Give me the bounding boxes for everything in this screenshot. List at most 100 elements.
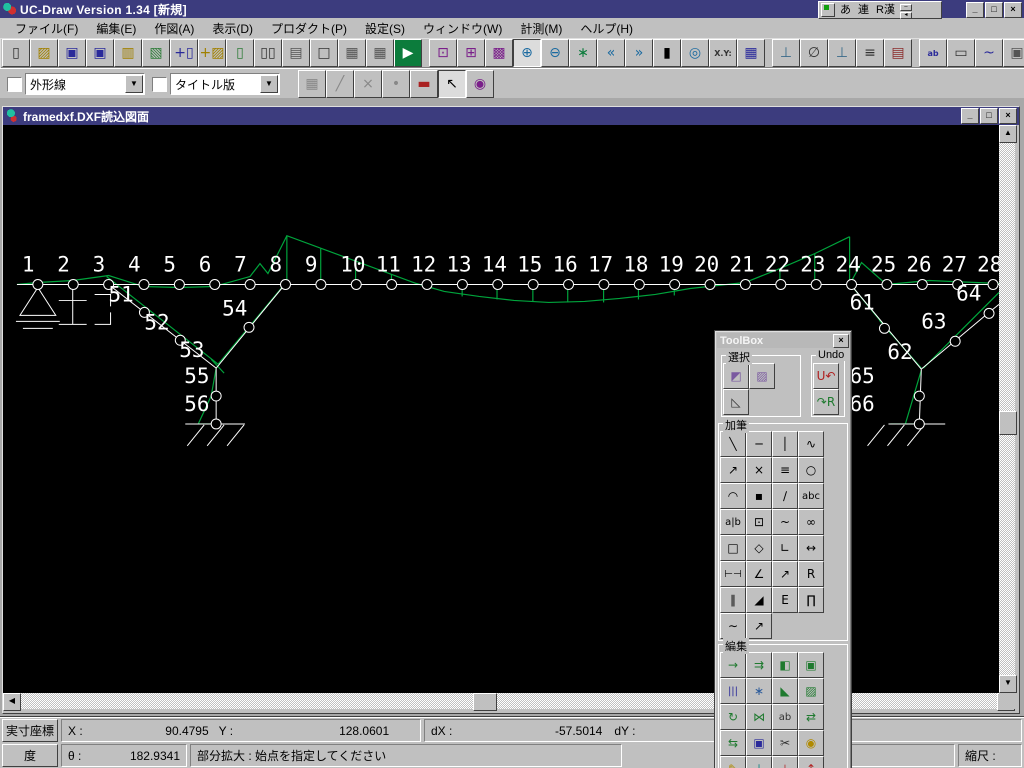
draw-rect-button[interactable]: □ [720, 535, 746, 561]
bolt-tool-button[interactable]: ∅ [800, 39, 828, 67]
menu-item-3[interactable]: 表示(D) [203, 18, 262, 39]
array-button[interactable]: ||| [720, 678, 746, 704]
magnifier-window-button[interactable]: ◎ [681, 39, 709, 67]
select-shape-button[interactable]: ◺ [723, 389, 749, 415]
draw-wave-button[interactable]: ∼ [720, 613, 746, 639]
copy-attributes-button[interactable]: ◉ [798, 730, 824, 756]
snap-point-button[interactable]: • [382, 70, 410, 98]
zoom-selection-button[interactable]: ⊡ [429, 39, 457, 67]
stretch-right-button[interactable]: ⇆ [720, 730, 746, 756]
vertical-scroll-thumb[interactable] [999, 411, 1017, 435]
stretch-left-button[interactable]: ⇄ [798, 704, 824, 730]
draw-hatch-button[interactable]: ∥ [720, 587, 746, 613]
pan-view-button[interactable]: ▩ [485, 39, 513, 67]
scroll-down-icon[interactable]: ▼ [999, 675, 1017, 693]
edit-text-button[interactable]: ab [772, 704, 798, 730]
scroll-left-icon[interactable]: ◀ [3, 693, 21, 711]
open-drawing-button[interactable]: ▨ [30, 39, 58, 67]
redo-button[interactable]: ↷R [813, 389, 839, 415]
view-previous-button[interactable]: « [597, 39, 625, 67]
frame-select-1-button[interactable]: ▦ [338, 39, 366, 67]
copy-object-button[interactable]: ▣ [798, 652, 824, 678]
angle-mode-button[interactable]: 度 [2, 744, 58, 767]
snap-segment-button[interactable]: ▬ [410, 70, 438, 98]
menu-item-5[interactable]: 設定(S) [356, 18, 414, 39]
print-preview-button[interactable]: □ [310, 39, 338, 67]
draw-polyline-button[interactable]: ∿ [798, 431, 824, 457]
maximize-button[interactable]: □ [985, 2, 1003, 18]
drawing-table-button[interactable]: ▦ [737, 39, 765, 67]
ime-mini-buttons[interactable]: –◂ [900, 4, 912, 16]
draw-arrow-button[interactable]: ↗ [720, 457, 746, 483]
toolbox-title-bar[interactable]: ToolBox × [717, 333, 849, 348]
horizontal-scroll-thumb[interactable] [473, 693, 497, 711]
chevron-down-icon[interactable]: ▼ [125, 75, 143, 93]
menu-item-0[interactable]: ファイル(F) [6, 18, 87, 39]
snap-line-button[interactable]: ╱ [326, 70, 354, 98]
delete-drawing-button[interactable]: ▧ [142, 39, 170, 67]
close-drawing-button[interactable]: ▥ [114, 39, 142, 67]
new-product-button[interactable]: +▯ [170, 39, 198, 67]
explode-button[interactable]: ∗ [746, 678, 772, 704]
pier-shape-2-button[interactable]: ⊥ [828, 39, 856, 67]
menu-item-2[interactable]: 作図(A) [145, 18, 203, 39]
fit-view-button[interactable]: ∗ [569, 39, 597, 67]
draw-text-button[interactable]: abc [798, 483, 824, 509]
print-button[interactable]: ▤ [282, 39, 310, 67]
document-title-bar[interactable]: framedxf.DXF読込図面 _ □ × [3, 107, 1019, 125]
close-button[interactable]: × [1004, 2, 1022, 18]
ime-toolbar[interactable]: あ 連 R漢 –◂ [818, 1, 942, 19]
pier-tool-green-button[interactable]: ▶ [394, 39, 422, 67]
full-screen-button[interactable]: ▮ [653, 39, 681, 67]
draw-arc-button[interactable]: ◠ [720, 483, 746, 509]
dim-arc-button[interactable]: ∠ [746, 561, 772, 587]
doc-minimize-button[interactable]: _ [961, 108, 979, 124]
ime-mode-kanji[interactable]: R漢 [874, 3, 897, 17]
minimize-button[interactable]: _ [966, 2, 984, 18]
draw-cross-button[interactable]: × [746, 457, 772, 483]
draw-pulse-button[interactable]: ∏ [798, 587, 824, 613]
layer2-checkbox[interactable] [152, 77, 167, 92]
cut-parts-button[interactable]: ✂ [772, 730, 798, 756]
snap-grid-button[interactable]: ▦ [298, 70, 326, 98]
recycle-file-button[interactable]: ▯ [226, 39, 254, 67]
zoom-out-button[interactable]: ⊖ [541, 39, 569, 67]
screen-settings-button[interactable]: ▭ [947, 39, 975, 67]
menu-item-8[interactable]: ヘルプ(H) [571, 18, 642, 39]
open-product-button[interactable]: +▨ [198, 39, 226, 67]
frame-list-button[interactable]: ≡ [856, 39, 884, 67]
dim-leader-button[interactable]: ↗ [772, 561, 798, 587]
copy-button[interactable]: ⇉ [746, 652, 772, 678]
draw-vtext-button[interactable]: a|b [720, 509, 746, 535]
undo-button[interactable]: U↶ [813, 363, 839, 389]
ime-status-icon[interactable] [821, 3, 835, 17]
coordinate-display-button[interactable]: X.Y: [709, 39, 737, 67]
save-as-drawing-button[interactable]: ▣ [86, 39, 114, 67]
draw-circle-button[interactable]: ○ [798, 457, 824, 483]
select-move-button[interactable]: ◩ [723, 363, 749, 389]
zoom-window-button[interactable]: ⊞ [457, 39, 485, 67]
layer1-checkbox[interactable] [7, 77, 22, 92]
chevron-down-icon[interactable]: ▼ [260, 75, 278, 93]
text-width-settings-button[interactable]: ab [919, 39, 947, 67]
copy-drawing-button[interactable]: ▯▯ [254, 39, 282, 67]
move-button[interactable]: → [720, 652, 746, 678]
doc-close-button[interactable]: × [999, 108, 1017, 124]
ime-mode-hiragana[interactable]: あ [838, 3, 853, 17]
new-drawing-button[interactable]: ▯ [2, 39, 30, 67]
move-object-button[interactable]: ◧ [772, 652, 798, 678]
draw-polygon-button[interactable]: ◇ [746, 535, 772, 561]
menu-item-1[interactable]: 編集(E) [87, 18, 145, 39]
draw-lshape-button[interactable]: ∟ [772, 535, 798, 561]
dim-chain-button[interactable]: ⊢⊣ [720, 561, 746, 587]
horizontal-scrollbar[interactable]: ◀ ▶ [3, 693, 1015, 709]
layer1-combo[interactable]: 外形線 ▼ [25, 73, 145, 95]
draw-textbox-button[interactable]: ⊡ [746, 509, 772, 535]
draw-vline-button[interactable]: │ [772, 431, 798, 457]
save-parts-button[interactable]: ▣ [746, 730, 772, 756]
draw-steps-button[interactable]: E [772, 587, 798, 613]
layer2-combo[interactable]: タイトル版 ▼ [170, 73, 280, 95]
pier-shape-button[interactable]: ⊥ [772, 39, 800, 67]
move-dimension-button[interactable]: ⊥ [772, 756, 798, 768]
draw-slope-button[interactable]: ◢ [746, 587, 772, 613]
